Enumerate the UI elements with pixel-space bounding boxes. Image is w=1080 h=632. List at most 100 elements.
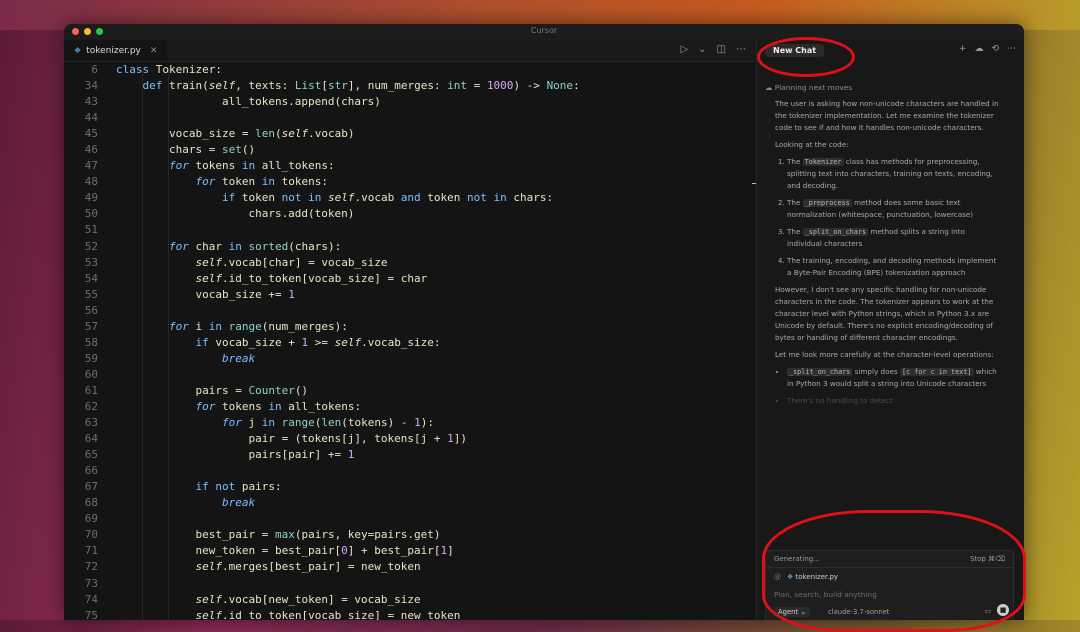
add-chat-icon[interactable]: + (959, 44, 967, 54)
python-file-icon: ❖ (74, 46, 82, 55)
line-number: 69 (84, 512, 98, 526)
code-text: for tokens in all_tokens: (168, 159, 335, 173)
code-line: 44 (64, 110, 756, 126)
history-icon[interactable]: ⟲ (991, 44, 999, 54)
more-actions-icon[interactable]: ⋯ (736, 44, 746, 55)
code-text: pairs[pair] += 1 (116, 448, 355, 462)
line-number: 70 (84, 528, 98, 542)
line-number: 68 (84, 496, 98, 510)
chat-header-actions: + ☁ ⟲ ⋯ (959, 44, 1016, 54)
line-number: 72 (84, 560, 98, 574)
code-text: break (221, 496, 256, 510)
list-item: The _split_on_chars method splits a stri… (787, 226, 999, 250)
thinking-label: Planning next moves (774, 83, 853, 92)
line-number: 67 (84, 480, 98, 494)
line-number: 52 (84, 239, 98, 253)
message-paragraph: The user is asking how non-unicode chara… (775, 99, 999, 132)
stop-button[interactable]: Stop ⌘⌫ (970, 551, 1005, 567)
code-text: self.vocab[char] = vocab_size (195, 255, 388, 269)
editor-actions: ▷ ⌄ ◫ ⋯ (680, 44, 746, 55)
line-number: 48 (84, 175, 98, 189)
line-number: 74 (84, 592, 98, 606)
chat-input[interactable]: Plan, search, build anything (774, 590, 877, 599)
code-line: 49 if token not in self.vocab and token … (64, 190, 756, 206)
code-line: 51 (64, 222, 756, 238)
line-number: 57 (84, 319, 98, 333)
model-selector[interactable]: claude-3.7-sonnet (828, 608, 889, 616)
bullet-list: _split_on_chars simply does [c for c in … (775, 366, 999, 407)
code-text: new_token = best_pair[0] + best_pair[1] (116, 544, 454, 558)
line-number: 6 (91, 63, 98, 76)
code-text: self.merges[best_pair] = new_token (195, 560, 421, 574)
code-line: 71 new_token = best_pair[0] + best_pair[… (64, 543, 756, 559)
code-line: 67 if not pairs: (64, 479, 756, 495)
code-line: 34 def train(self, texts: List[str], num… (64, 78, 756, 94)
line-number: 46 (84, 143, 98, 157)
code-line: 65 pairs[pair] += 1 (64, 447, 756, 463)
code-text: for j in range(len(tokens) - 1): (221, 416, 434, 430)
line-number: 71 (84, 544, 98, 558)
title-bar: Cursor (64, 24, 1024, 40)
tab-label: tokenizer.py (86, 45, 141, 56)
line-number: 63 (84, 416, 98, 430)
code-line: 68 break (64, 495, 756, 511)
new-chat-tab[interactable]: New Chat (765, 44, 825, 57)
line-number: 75 (84, 608, 98, 620)
line-number: 55 (84, 287, 98, 301)
code-line: 70 best_pair = max(pairs, key=pairs.get) (64, 527, 756, 543)
code-text: break (221, 351, 256, 365)
points-list: The Tokenizer class has methods for prep… (775, 156, 999, 279)
context-file-chip[interactable]: @ ❖ tokenizer.py (774, 573, 838, 581)
code-text: all_tokens.append(chars) (116, 95, 381, 109)
mention-icon[interactable]: @ (774, 573, 781, 581)
close-tab-icon[interactable]: ✕ (150, 46, 158, 56)
line-number: 60 (84, 367, 98, 381)
line-number: 56 (84, 303, 98, 317)
send-stop-icon[interactable]: ■ (997, 604, 1009, 616)
code-line: 74 self.vocab[new_token] = vocab_size (64, 592, 756, 608)
line-number: 50 (84, 207, 98, 221)
code-line: 45 vocab_size = len(self.vocab) (64, 126, 756, 142)
line-number: 58 (84, 335, 98, 349)
code-line: 61 pairs = Counter() (64, 383, 756, 399)
line-number: 73 (84, 576, 98, 590)
code-line: 46 chars = set() (64, 142, 756, 158)
code-text: pairs = Counter() (116, 383, 309, 397)
code-text: for char in sorted(chars): (168, 239, 342, 253)
code-area[interactable]: 6 class Tokenizer: 34 def train(self, text… (64, 62, 756, 620)
code-line: 62 for tokens in all_tokens: (64, 399, 756, 415)
list-item: The Tokenizer class has methods for prep… (787, 156, 999, 192)
code-line: 63 for j in range(len(tokens) - 1): (64, 415, 756, 431)
list-item: The training, encoding, and decoding met… (787, 255, 999, 279)
code-text: for token in tokens: (195, 175, 328, 189)
code-line: 6 class Tokenizer: (64, 62, 756, 78)
code-line: 64 pair = (tokens[j], tokens[j + 1]) (64, 431, 756, 447)
code-line: 75 self.id_to_token[vocab_size] = new_to… (64, 608, 756, 620)
code-line: 47 for tokens in all_tokens: (64, 158, 756, 174)
code-line: 59 break (64, 351, 756, 367)
image-attach-icon[interactable]: ▭ (984, 607, 991, 615)
chat-composer: Generating... Stop ⌘⌫ @ ❖ tokenizer.py Pl… (765, 550, 1014, 620)
line-number: 34 (84, 79, 98, 93)
code-text: class Tokenizer: (116, 63, 222, 76)
editor-tab-bar: ❖ tokenizer.py ✕ ▷ ⌄ ◫ ⋯ (64, 40, 756, 62)
chat-header: New Chat + ☁ ⟲ ⋯ (757, 40, 1024, 61)
code-text: if vocab_size + 1 >= self.vocab_size: (195, 335, 441, 349)
tab-tokenizer-py[interactable]: ❖ tokenizer.py ✕ (64, 40, 168, 61)
more-options-icon[interactable]: ⋯ (1007, 44, 1016, 54)
line-number: 65 (84, 448, 98, 462)
agent-mode-dropdown[interactable]: Agent ⌄ (774, 607, 810, 617)
message-paragraph: Looking at the code: (775, 140, 849, 149)
split-editor-icon[interactable]: ◫ (717, 44, 726, 55)
generation-status-bar: Generating... Stop ⌘⌫ (766, 551, 1013, 568)
code-line: 66 (64, 463, 756, 479)
line-number: 66 (84, 464, 98, 478)
generating-label: Generating... (774, 555, 820, 563)
run-icon[interactable]: ▷ (680, 44, 688, 55)
run-options-chevron-icon[interactable]: ⌄ (698, 44, 706, 55)
code-line: 72 self.merges[best_pair] = new_token (64, 559, 756, 575)
cloud-icon[interactable]: ☁ (974, 44, 983, 54)
code-text: vocab_size += 1 (116, 287, 295, 301)
code-text: best_pair = max(pairs, key=pairs.get) (116, 528, 441, 542)
code-line: 56 (64, 303, 756, 319)
